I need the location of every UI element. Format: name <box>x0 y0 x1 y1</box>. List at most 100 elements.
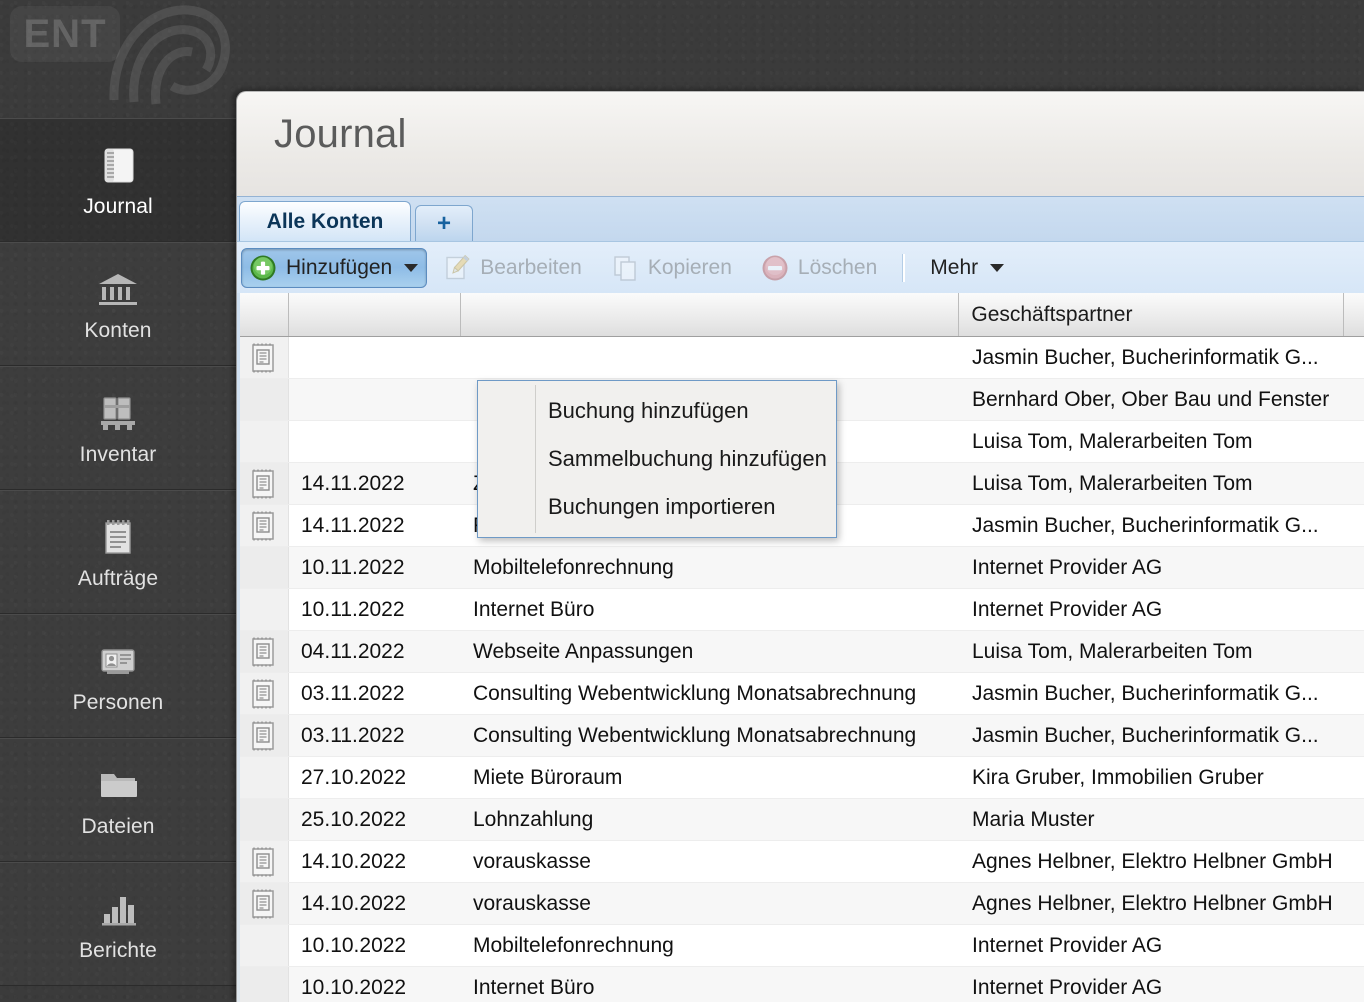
cell-description: Webseite Anpassungen <box>473 639 694 663</box>
add-button-label: Hinzufügen <box>286 256 393 279</box>
table-row[interactable]: 04.11.2022 Webseite Anpassungen Luisa Tom,… <box>237 631 1364 673</box>
chevron-down-icon[interactable] <box>990 264 1005 272</box>
sidebar-item-personen[interactable]: Personen <box>0 614 236 738</box>
cell-date: 10.10.2022 <box>301 933 407 957</box>
table-header-row: Geschäftspartner <box>237 293 1364 337</box>
cell-date: 14.11.2022 <box>301 513 405 537</box>
delete-button-label: Löschen <box>797 256 878 279</box>
row-icon-empty <box>237 421 289 462</box>
column-header-description[interactable] <box>461 293 960 336</box>
table-row[interactable]: 03.11.2022 Consulting Webentwicklung Mona… <box>237 715 1364 757</box>
id-card-icon <box>94 637 142 685</box>
app-logo: ENT <box>0 0 236 118</box>
sidebar-item-dateien[interactable]: Dateien <box>0 738 236 862</box>
receipt-icon <box>237 631 289 672</box>
column-header-extra[interactable] <box>1344 293 1364 336</box>
toolbar: Hinzufügen Bearbeiten Kopieren Löschen M… <box>237 241 1364 294</box>
cell-date: 10.11.2022 <box>301 555 405 579</box>
table-row[interactable]: Jasmin Bucher, Bucherinformatik G... <box>237 337 1364 379</box>
row-icon-empty <box>237 757 289 798</box>
order-pad-icon <box>94 513 142 561</box>
swirl-logo-icon <box>109 5 230 105</box>
add-button[interactable]: Hinzufügen <box>241 248 428 288</box>
add-circle-icon <box>248 253 278 283</box>
tab-label: Alle Konten <box>266 209 384 233</box>
sidebar-item-label: Journal <box>83 195 153 218</box>
cell-date: 25.10.2022 <box>301 807 407 831</box>
row-icon-empty <box>237 589 289 630</box>
cell-partner: Luisa Tom, Malerarbeiten Tom <box>972 429 1253 453</box>
sidebar-item-label: Aufträge <box>77 567 159 590</box>
table-row[interactable]: 10.11.2022 Internet Büro Internet Provider… <box>237 589 1364 631</box>
cell-description: vorauskasse <box>473 891 591 915</box>
sidebar-item-journal[interactable]: Journal <box>0 118 260 242</box>
sidebar-item-label: Dateien <box>81 815 155 838</box>
receipt-icon <box>237 337 289 378</box>
cell-date: 10.10.2022 <box>301 975 407 999</box>
receipt-icon <box>237 505 289 546</box>
journal-window: Journal Alle Konten + Hinzufügen Bearbei… <box>236 91 1364 1002</box>
logo-text: ENT <box>23 11 107 56</box>
cell-partner: Bernhard Ober, Ober Bau und Fenster <box>972 387 1330 411</box>
cell-date: 03.11.2022 <box>301 681 405 705</box>
cell-date: 03.11.2022 <box>301 723 405 747</box>
receipt-icon <box>237 673 289 714</box>
table-row[interactable]: 14.10.2022 vorauskasse Agnes Helbner, Elek… <box>237 841 1364 883</box>
sidebar-item-berichte[interactable]: Berichte <box>0 862 236 986</box>
cell-date: 04.11.2022 <box>301 639 405 663</box>
cell-partner: Internet Provider AG <box>972 933 1163 957</box>
plus-icon: + <box>436 209 451 237</box>
logo-badge: ENT <box>10 6 120 62</box>
table-row[interactable]: 25.10.2022 Lohnzahlung Maria Muster <box>237 799 1364 841</box>
copy-button-label: Kopieren <box>647 256 732 279</box>
row-icon-empty <box>237 547 289 588</box>
column-header-partner[interactable]: Geschäftspartner <box>959 293 1345 336</box>
chevron-down-icon[interactable] <box>404 264 419 272</box>
sidebar-item-label: Personen <box>72 691 164 714</box>
page-title: Journal <box>274 112 407 156</box>
delete-button[interactable]: Löschen <box>747 248 890 288</box>
table-row[interactable]: 27.10.2022 Miete Büroraum Kira Gruber, Imm… <box>237 757 1364 799</box>
menu-item-buchungen-importieren[interactable]: Buchungen importieren <box>478 483 836 531</box>
cell-description: Internet Büro <box>473 975 595 999</box>
sidebar-item-konten[interactable]: Konten <box>0 242 236 366</box>
edit-button[interactable]: Bearbeiten <box>429 248 595 288</box>
menu-item-buchung-hinzufuegen[interactable]: Buchung hinzufügen <box>478 387 836 435</box>
sidebar-item-auftraege[interactable]: Aufträge <box>0 490 236 614</box>
table-row[interactable]: 10.11.2022 Mobiltelefonrechnung Internet P… <box>237 547 1364 589</box>
column-header-icon[interactable] <box>237 293 289 336</box>
notebook-icon <box>94 141 142 189</box>
copy-button[interactable]: Kopieren <box>597 248 745 288</box>
cell-description: Consulting Webentwicklung Monatsabrechnu… <box>473 681 917 705</box>
row-icon-empty <box>237 967 289 1002</box>
more-button-label: Mehr <box>930 256 979 279</box>
cell-partner: Luisa Tom, Malerarbeiten Tom <box>972 471 1253 495</box>
folder-icon <box>94 761 142 809</box>
table-row[interactable]: 10.10.2022 Internet Büro Internet Provider… <box>237 967 1364 1002</box>
copy-icon <box>610 253 640 283</box>
tab-strip: Alle Konten + <box>237 196 1364 241</box>
cell-date <box>289 379 461 420</box>
cell-description: Internet Büro <box>473 597 595 621</box>
cell-description: Miete Büroraum <box>473 765 623 789</box>
cell-description: Mobiltelefonrechnung <box>473 555 674 579</box>
cell-partner: Jasmin Bucher, Bucherinformatik G... <box>972 345 1319 369</box>
cell-description: vorauskasse <box>473 849 591 873</box>
table-row[interactable]: 03.11.2022 Consulting Webentwicklung Mona… <box>237 673 1364 715</box>
more-button[interactable]: Mehr <box>917 248 1017 288</box>
sidebar-item-label: Konten <box>84 319 152 342</box>
sidebar-item-label: Inventar <box>79 443 157 466</box>
cell-partner: Luisa Tom, Malerarbeiten Tom <box>972 639 1253 663</box>
row-icon-empty <box>237 799 289 840</box>
sidebar-item-inventar[interactable]: Inventar <box>0 366 236 490</box>
tab-alle-konten[interactable]: Alle Konten <box>239 201 411 241</box>
table-row[interactable]: 10.10.2022 Mobiltelefonrechnung Internet P… <box>237 925 1364 967</box>
cell-partner: Jasmin Bucher, Bucherinformatik G... <box>972 513 1319 537</box>
menu-item-sammelbuchung-hinzufuegen[interactable]: Sammelbuchung hinzufügen <box>478 435 836 483</box>
pencil-edit-icon <box>442 253 472 283</box>
window-title-bar: Journal <box>237 92 1364 196</box>
column-header-date[interactable] <box>289 293 461 336</box>
tab-add[interactable]: + <box>415 205 473 241</box>
cell-partner: Maria Muster <box>972 807 1095 831</box>
table-row[interactable]: 14.10.2022 vorauskasse Agnes Helbner, Elek… <box>237 883 1364 925</box>
